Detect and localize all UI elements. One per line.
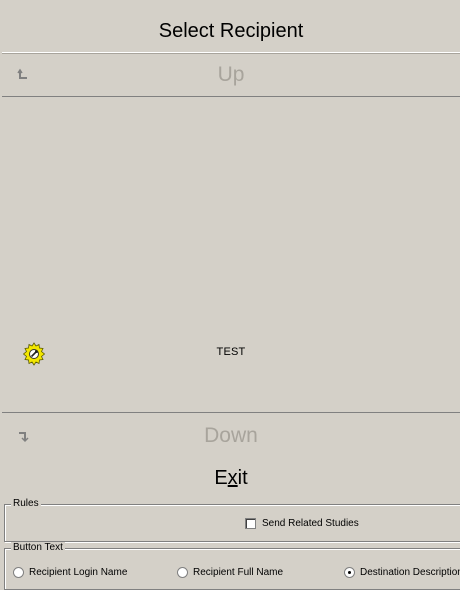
up-button[interactable]: Up <box>2 54 460 97</box>
radio-label: Recipient Login Name <box>29 567 128 578</box>
list-item[interactable]: TEST <box>2 97 460 412</box>
exit-label-mnemonic: x <box>227 466 238 489</box>
radio-button-selected[interactable] <box>344 567 355 578</box>
radio-label: Destination Description <box>360 567 460 578</box>
recipient-list: TEST <box>2 97 460 413</box>
button-text-legend: Button Text <box>11 542 65 553</box>
exit-label-post: it <box>237 466 248 489</box>
down-button[interactable]: Down <box>2 414 460 458</box>
exit-label-pre: E <box>214 466 228 489</box>
radio-label: Recipient Full Name <box>193 567 284 578</box>
list-item-label: TEST <box>216 346 246 358</box>
rules-legend: Rules <box>11 498 41 509</box>
exit-button[interactable]: Ex it <box>2 460 460 496</box>
rules-group: Rules Send Related Studies <box>4 498 460 542</box>
send-related-studies-checkbox[interactable]: Send Related Studies <box>245 518 359 529</box>
send-related-studies-label: Send Related Studies <box>262 518 359 529</box>
arrow-down-icon <box>19 432 29 443</box>
arrow-up-icon <box>17 68 27 79</box>
down-label: Down <box>204 424 258 447</box>
radio-button[interactable] <box>13 567 24 578</box>
checkbox-box[interactable] <box>245 518 256 529</box>
radio-recipient-full-name[interactable]: Recipient Full Name <box>177 567 283 578</box>
window-title: Select Recipient <box>2 10 460 53</box>
radio-destination-description[interactable]: Destination Description <box>344 567 460 578</box>
radio-recipient-login-name[interactable]: Recipient Login Name <box>13 567 127 578</box>
radio-button[interactable] <box>177 567 188 578</box>
button-text-group: Button Text Recipient Login Name Recipie… <box>4 542 460 590</box>
up-label: Up <box>217 63 245 86</box>
